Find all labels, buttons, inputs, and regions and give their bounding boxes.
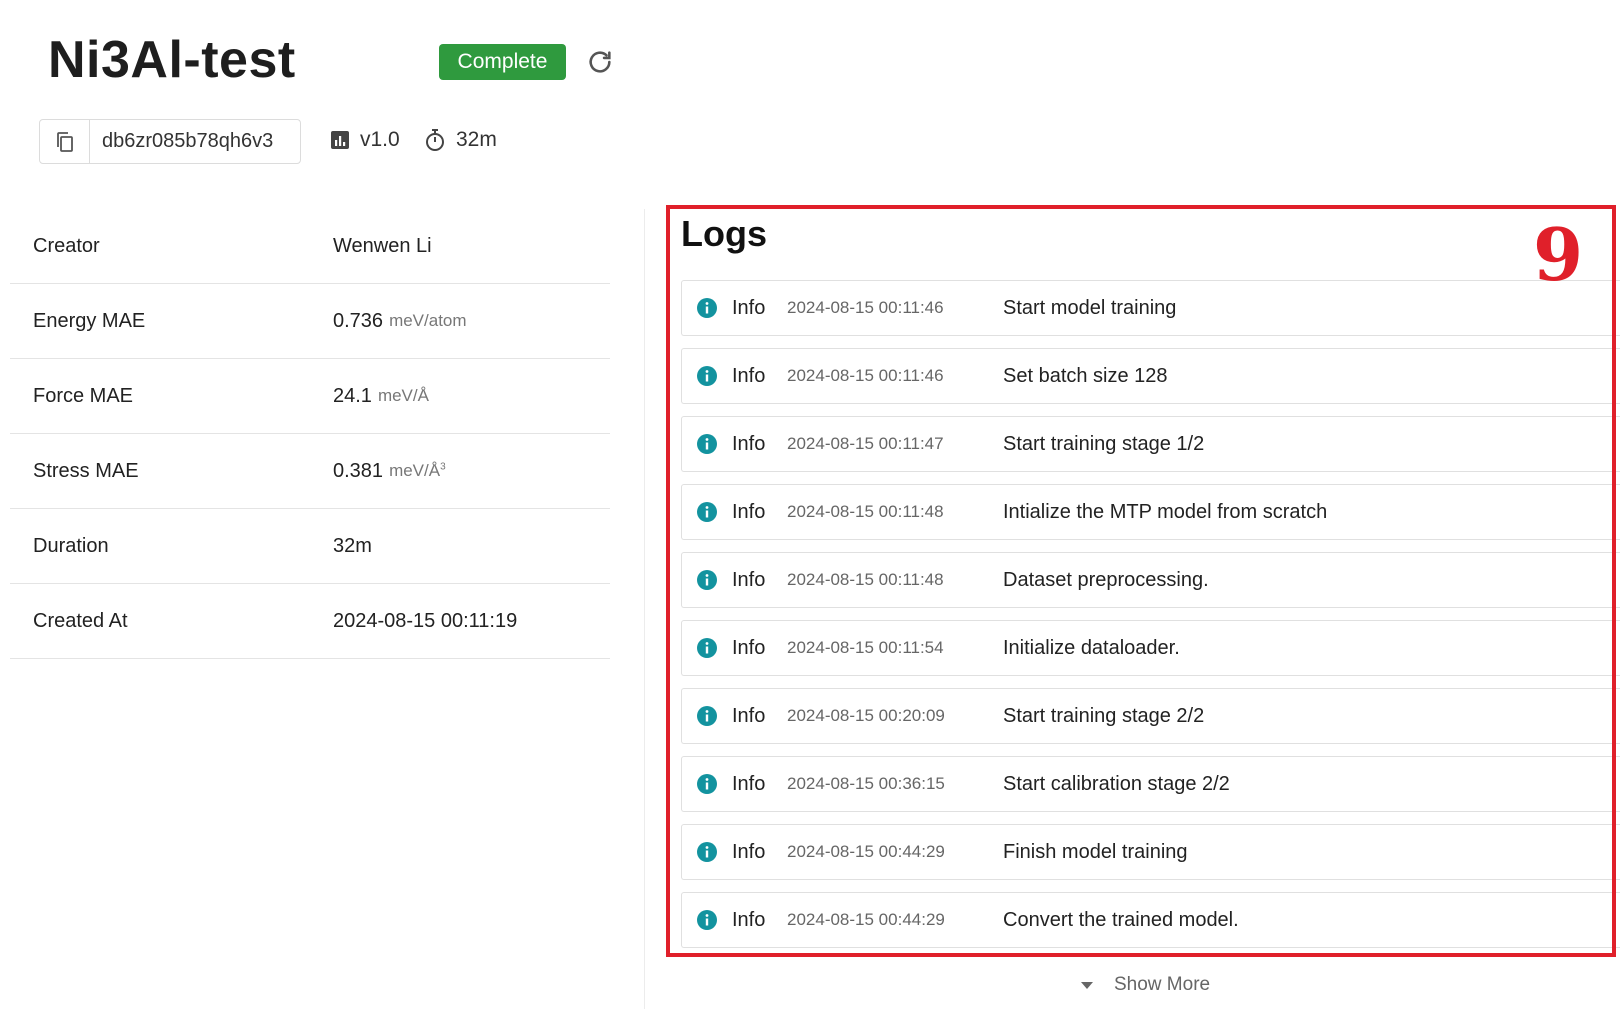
info-circle-icon [697, 774, 717, 794]
log-timestamp: 2024-08-15 00:11:54 [787, 638, 944, 657]
copy-icon [55, 131, 75, 153]
property-value: 0.381 [333, 459, 384, 482]
info-circle-icon [697, 570, 717, 590]
log-entry: Info 2024-08-15 00:11:54 Initialize data… [681, 620, 1620, 676]
log-level: Info [732, 840, 766, 863]
property-row-creator: Creator Wenwen Li [10, 209, 610, 284]
log-list: Info 2024-08-15 00:11:46 Start model tra… [681, 280, 1620, 960]
log-timestamp: 2024-08-15 00:11:48 [787, 570, 944, 589]
log-level: Info [732, 908, 766, 931]
log-entry: Info 2024-08-15 00:11:48 Intialize the M… [681, 484, 1620, 540]
log-message: Start training stage 1/2 [1003, 432, 1205, 455]
show-more-button[interactable]: Show More [1080, 974, 1210, 996]
log-level: Info [732, 568, 766, 591]
log-message: Initialize dataloader. [1003, 636, 1180, 659]
log-entry: Info 2024-08-15 00:11:47 Start training … [681, 416, 1620, 472]
property-label: Stress MAE [33, 459, 139, 482]
info-circle-icon [697, 502, 717, 522]
info-circle-icon [697, 910, 717, 930]
unit-superscript: 3 [440, 461, 446, 473]
property-label: Force MAE [33, 384, 134, 407]
annotation-number: 9 [1533, 212, 1584, 297]
log-entry: Info 2024-08-15 00:44:29 Finish model tr… [681, 824, 1620, 880]
version-label: v1.0 [360, 128, 400, 151]
log-entry: Info 2024-08-15 00:36:15 Start calibrati… [681, 756, 1620, 812]
log-timestamp: 2024-08-15 00:11:48 [787, 502, 944, 521]
page-title: Ni3Al-test [48, 31, 296, 89]
info-circle-icon [697, 434, 717, 454]
info-circle-icon [697, 298, 717, 318]
property-unit: meV/atom [389, 311, 467, 330]
property-row-force-mae: Force MAE 24.1 meV/Å [10, 359, 610, 434]
log-entry: Info 2024-08-15 00:11:48 Dataset preproc… [681, 552, 1620, 608]
property-value: 32m [333, 534, 372, 557]
property-label: Energy MAE [33, 309, 146, 332]
bar-chart-icon [330, 130, 350, 150]
property-row-duration: Duration 32m [10, 509, 610, 584]
stopwatch-icon [424, 128, 446, 152]
log-timestamp: 2024-08-15 00:44:29 [787, 910, 945, 929]
log-message: Set batch size 128 [1003, 364, 1168, 387]
property-value: 0.736 [333, 309, 384, 332]
column-divider [644, 209, 645, 1009]
run-id-field: db6zr085b78qh6v3 [39, 119, 301, 164]
properties-table: Creator Wenwen Li Energy MAE 0.736 meV/a… [10, 209, 610, 659]
property-unit: meV/Å [377, 386, 429, 405]
property-label: Duration [33, 534, 109, 557]
log-timestamp: 2024-08-15 00:11:46 [787, 298, 944, 317]
log-level: Info [732, 772, 766, 795]
log-message: Finish model training [1003, 840, 1188, 863]
log-entry: Info 2024-08-15 00:11:46 Start model tra… [681, 280, 1620, 336]
show-more-label: Show More [1114, 974, 1211, 995]
duration-meta: 32m [424, 128, 497, 152]
log-timestamp: 2024-08-15 00:11:47 [787, 434, 944, 453]
log-timestamp: 2024-08-15 00:36:15 [787, 774, 945, 793]
log-timestamp: 2024-08-15 00:44:29 [787, 842, 945, 861]
property-value: 2024-08-15 00:11:19 [333, 609, 518, 632]
info-circle-icon [697, 706, 717, 726]
log-level: Info [732, 636, 766, 659]
caret-down-icon [1080, 980, 1094, 990]
log-entry: Info 2024-08-15 00:20:09 Start training … [681, 688, 1620, 744]
log-entry: Info 2024-08-15 00:11:46 Set batch size … [681, 348, 1620, 404]
property-unit: meV/Å3 [389, 461, 446, 481]
log-level: Info [732, 432, 766, 455]
property-label: Created At [33, 609, 128, 632]
property-row-energy-mae: Energy MAE 0.736 meV/atom [10, 284, 610, 359]
log-message: Start training stage 2/2 [1003, 704, 1205, 727]
log-message: Start calibration stage 2/2 [1003, 772, 1230, 795]
refresh-icon [586, 48, 614, 76]
property-row-created-at: Created At 2024-08-15 00:11:19 [10, 584, 610, 659]
log-level: Info [732, 296, 766, 319]
info-circle-icon [697, 366, 717, 386]
log-message: Start model training [1003, 296, 1177, 319]
property-label: Creator [33, 234, 100, 257]
log-level: Info [732, 500, 766, 523]
info-circle-icon [697, 842, 717, 862]
duration-label: 32m [456, 128, 497, 151]
property-row-stress-mae: Stress MAE 0.381 meV/Å3 [10, 434, 610, 509]
refresh-button[interactable] [584, 46, 616, 78]
info-circle-icon [697, 638, 717, 658]
status-badge: Complete [439, 44, 566, 80]
log-entry: Info 2024-08-15 00:44:29 Convert the tra… [681, 892, 1620, 948]
log-message: Intialize the MTP model from scratch [1003, 500, 1328, 523]
log-level: Info [732, 704, 766, 727]
unit-base: meV/Å [389, 461, 441, 480]
log-timestamp: 2024-08-15 00:11:46 [787, 366, 944, 385]
log-timestamp: 2024-08-15 00:20:09 [787, 706, 945, 725]
log-level: Info [732, 364, 766, 387]
log-message: Convert the trained model. [1003, 908, 1239, 931]
log-message: Dataset preprocessing. [1003, 568, 1209, 591]
logs-title: Logs [681, 213, 767, 254]
copy-id-button[interactable] [40, 120, 90, 163]
version-meta: v1.0 [330, 128, 400, 152]
property-value: 24.1 [333, 384, 372, 407]
run-id: db6zr085b78qh6v3 [102, 130, 274, 152]
property-value: Wenwen Li [333, 234, 432, 257]
